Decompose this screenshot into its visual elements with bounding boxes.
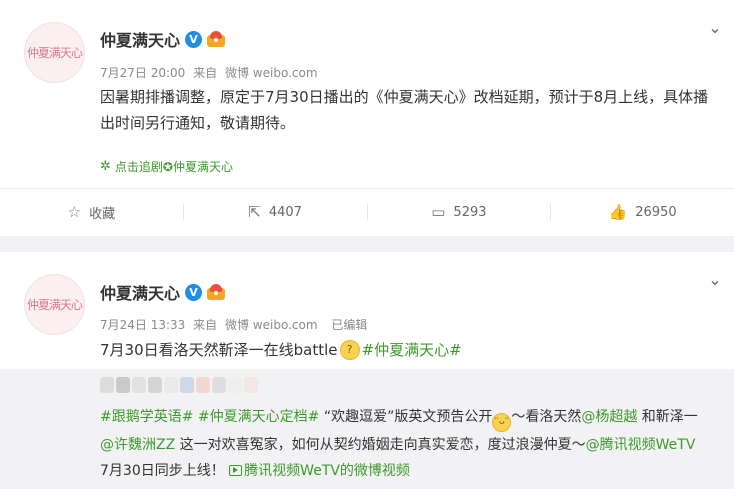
verified-badge-icon: V xyxy=(185,30,203,48)
share-arrow-icon: ⇱ xyxy=(248,202,261,221)
video-link[interactable]: 腾讯视频WeTV的微博视频 xyxy=(229,463,410,479)
author-row: 仲夏满天心 V xyxy=(100,27,226,51)
post-source: 微博 weibo.com xyxy=(224,66,318,80)
thinking-emoji-icon: ? xyxy=(339,340,360,360)
video-icon xyxy=(229,464,243,476)
author-name[interactable]: 仲夏满天心 xyxy=(100,27,180,51)
avatar[interactable]: 仲夏满天心 xyxy=(24,274,85,335)
post-text: 因暑期排播调整，原定于7月30日播出的《仲夏满天心》改档延期，预计于8月上线，具… xyxy=(100,88,709,132)
chevron-down-icon[interactable]: ⌄ xyxy=(706,270,724,289)
comment-icon: ▭ xyxy=(431,202,446,221)
hashtag-link[interactable]: #仲夏满天心# xyxy=(362,338,462,362)
mention-link[interactable]: @杨超越 xyxy=(581,409,637,425)
mention-link[interactable]: @许魏洲ZZ xyxy=(100,437,175,453)
clover-icon: ✲ xyxy=(100,159,111,174)
repost-text: #跟鹅学英语# #仲夏满天心定档# “欢趣逗爱”版英文预告公开 ᵔᴗᵔ ～看洛天然@… xyxy=(100,409,698,479)
thumbs-up-icon: 👍 xyxy=(608,202,628,221)
post-source: 微博 weibo.com xyxy=(224,318,318,332)
verified-badge-icon: V xyxy=(185,283,203,301)
chevron-down-icon[interactable]: ⌄ xyxy=(706,18,724,37)
edited-label[interactable]: 已编辑 xyxy=(331,318,367,332)
member-crown-icon[interactable] xyxy=(207,284,226,300)
post-meta: 7月24日 13:33 来自 微博 weibo.com 已编辑 xyxy=(100,316,371,333)
topic-link[interactable]: ✲ 点击追剧✪仲夏满天心 xyxy=(100,158,233,175)
repost-count: 4407 xyxy=(268,204,302,220)
comment-count: 5293 xyxy=(453,204,487,220)
via-label: 来自 xyxy=(193,318,218,332)
author-name[interactable]: 仲夏满天心 xyxy=(100,280,180,304)
topic-link-label: 点击追剧✪仲夏满天心 xyxy=(114,160,233,174)
member-crown-icon[interactable] xyxy=(207,31,226,47)
favorite-button[interactable]: ☆ 收藏 xyxy=(0,189,183,235)
laughing-emoji-icon: ᵔᴗᵔ xyxy=(492,412,512,432)
favorite-label: 收藏 xyxy=(89,206,116,222)
like-count: 26950 xyxy=(635,204,677,220)
author-row: 仲夏满天心 V xyxy=(100,280,226,304)
blurred-username xyxy=(100,377,258,393)
action-bar: ☆ 收藏 ⇱ 4407 ▭ 5293 👍 26950 xyxy=(0,189,734,235)
post-date[interactable]: 7月27日 20:00 xyxy=(100,66,185,80)
post-date[interactable]: 7月24日 13:33 xyxy=(100,318,185,332)
post-meta: 7月27日 20:00 来自 微博 weibo.com xyxy=(100,64,322,81)
mention-link[interactable]: @腾讯视频WeTV xyxy=(586,437,696,453)
repost-button[interactable]: ⇱ 4407 xyxy=(184,189,367,235)
star-icon: ☆ xyxy=(67,202,82,221)
comment-button[interactable]: ▭ 5293 xyxy=(368,189,551,235)
post-text: 7月30日看洛天然靳泽一在线battle ? #仲夏满天心# xyxy=(100,338,462,362)
hashtag-link[interactable]: #跟鹅学英语# #仲夏满天心定档# xyxy=(100,409,319,425)
like-button[interactable]: 👍 26950 xyxy=(551,189,734,235)
post-text-main: 7月30日看洛天然靳泽一在线battle xyxy=(100,341,338,359)
via-label: 来自 xyxy=(193,66,218,80)
avatar[interactable]: 仲夏满天心 xyxy=(24,22,85,83)
